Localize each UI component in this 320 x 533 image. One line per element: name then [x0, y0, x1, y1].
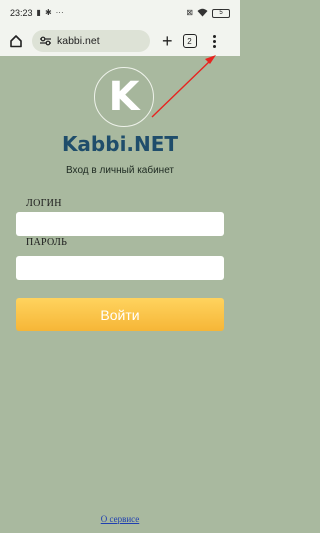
site-logo: K [94, 67, 154, 127]
trash-icon: ▮ [36, 8, 41, 17]
tab-count: 2 [187, 36, 192, 46]
kebab-menu-icon[interactable] [212, 34, 216, 48]
status-right: ⊠ 5 [186, 8, 230, 19]
page-subtitle: Вход в личный кабинет [66, 165, 174, 176]
tab-switcher-button[interactable]: 2 [182, 34, 197, 48]
login-button[interactable]: Войти [16, 298, 224, 331]
battery-level: 5 [219, 10, 223, 16]
address-bar[interactable]: kabbi.net [32, 30, 150, 52]
battery-icon: 5 [212, 8, 230, 18]
status-left: 23:23 ▮ ✱ ··· [10, 8, 64, 18]
browser-toolbar: kabbi.net + 2 [0, 26, 240, 56]
home-button[interactable] [6, 31, 26, 51]
notification-icon: ✱ [44, 8, 52, 17]
home-icon [10, 35, 22, 48]
login-input[interactable] [16, 212, 224, 236]
password-input[interactable] [16, 256, 224, 280]
brand-title: Kabbi.NET [61, 132, 179, 156]
logo-letter: K [108, 74, 140, 120]
password-label: ПАРОЛЬ [26, 237, 68, 248]
status-bar: 23:23 ▮ ✱ ··· ⊠ 5 [0, 0, 240, 26]
wifi-icon [197, 8, 208, 19]
more-notifications-icon: ··· [55, 8, 64, 17]
new-tab-button[interactable]: + [162, 32, 173, 50]
url-text: kabbi.net [57, 35, 100, 47]
about-link[interactable]: О сервисе [0, 514, 240, 524]
login-label: ЛОГИН [26, 198, 62, 209]
sim-off-icon: ⊠ [186, 8, 193, 17]
status-time: 23:23 [10, 8, 33, 18]
tune-icon[interactable] [40, 36, 51, 46]
